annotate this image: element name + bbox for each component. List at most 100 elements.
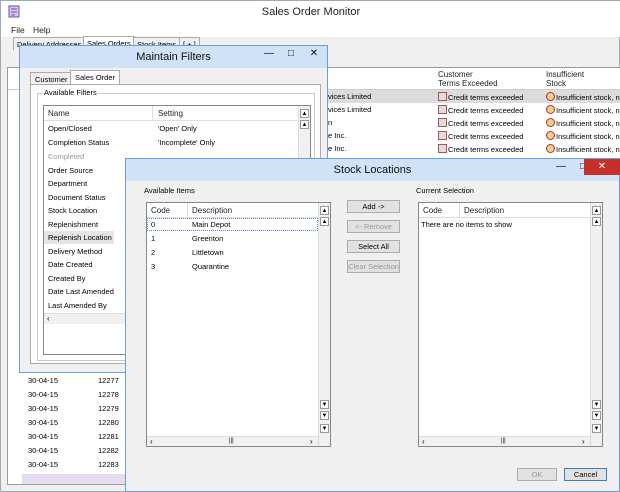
filter-name[interactable]: Date Created <box>48 260 93 269</box>
filter-name[interactable]: Date Last Amended <box>48 287 114 296</box>
filter-name[interactable]: Created By <box>48 274 86 283</box>
filter-name[interactable]: Order Source <box>48 166 93 175</box>
close-icon[interactable]: ✕ <box>303 46 325 62</box>
available-items-list[interactable]: Code Description 0 Main Depot 1 Greenton… <box>146 202 331 447</box>
scroll-top-icon[interactable]: ▲ <box>300 109 309 118</box>
cell-stock: Insufficient stock, no <box>546 144 620 154</box>
scroll-left-icon[interactable]: ‹ <box>47 314 50 323</box>
filter-name[interactable]: Document Status <box>48 193 106 202</box>
scroll-up-icon[interactable]: ▲ <box>592 217 601 226</box>
filter-name[interactable]: Completion Status <box>48 138 109 147</box>
item-code[interactable]: 0 <box>151 220 155 229</box>
header-divider <box>419 217 602 218</box>
filter-name[interactable]: Replenishment <box>48 220 98 229</box>
cell-customer: e Inc. <box>328 131 347 140</box>
scroll-right-icon[interactable]: › <box>310 437 313 446</box>
filter-name[interactable]: Stock Location <box>48 206 97 215</box>
cell-number: 12282 <box>98 446 119 455</box>
current-selection-label: Current Selection <box>416 186 474 195</box>
select-all-button[interactable]: Select All <box>347 240 400 253</box>
col-description[interactable]: Description <box>192 206 232 215</box>
add-button[interactable]: Add -> <box>347 200 400 213</box>
scroll-thumb-icon[interactable]: ||| <box>501 438 506 444</box>
scroll-up-icon[interactable]: ▲ <box>300 120 309 129</box>
cell-date: 30-04-15 <box>28 460 59 469</box>
available-horizontal-scrollbar[interactable]: ‹ ||| › <box>147 436 318 446</box>
cell-date: 30-04-15 <box>28 418 59 427</box>
cell-date: 30-04-15 <box>28 432 59 441</box>
item-description[interactable]: Littletown <box>192 248 224 257</box>
col-customer-terms[interactable]: Customer Terms Exceeded <box>438 70 498 88</box>
menu-bar: File Help <box>1 23 620 37</box>
clear-selection-button[interactable]: Clear Selection <box>347 260 400 273</box>
cell-terms: Credit terms exceeded <box>438 131 523 141</box>
ok-button[interactable]: OK <box>517 468 557 481</box>
scroll-top-icon[interactable]: ▲ <box>592 206 601 215</box>
menu-file[interactable]: File <box>11 25 25 35</box>
current-vertical-scrollbar[interactable]: ▲ ▲ ▼ ▼ ▼ <box>590 203 602 446</box>
remove-button[interactable]: <- Remove <box>347 220 400 233</box>
tab-sales-order[interactable]: Sales Order <box>70 70 121 85</box>
scroll-end-icon[interactable]: ▼ <box>320 424 329 433</box>
scroll-down-icon[interactable]: ▼ <box>320 400 329 409</box>
no-entry-icon <box>546 92 555 101</box>
scroll-left-icon[interactable]: ‹ <box>422 437 425 446</box>
selected-row-highlight <box>147 218 318 231</box>
scroll-bottom-icon[interactable]: ▼ <box>320 411 329 420</box>
scroll-bottom-icon[interactable]: ▼ <box>592 411 601 420</box>
no-entry-icon <box>546 105 555 114</box>
item-code[interactable]: 3 <box>151 262 155 271</box>
col-name[interactable]: Name <box>48 109 69 118</box>
item-description[interactable]: Main Depot <box>192 220 230 229</box>
scroll-left-icon[interactable]: ‹ <box>150 437 153 446</box>
col-setting[interactable]: Setting <box>158 109 183 118</box>
cell-stock: Insufficient stock, no <box>546 131 620 141</box>
scroll-down-icon[interactable]: ▼ <box>592 400 601 409</box>
cancel-button[interactable]: Cancel <box>564 468 607 481</box>
no-entry-icon <box>546 131 555 140</box>
close-icon[interactable]: ✕ <box>584 159 620 175</box>
cell-number: 12277 <box>98 376 119 385</box>
cell-terms: Credit terms exceeded <box>438 105 523 115</box>
available-vertical-scrollbar[interactable]: ▲ ▲ ▼ ▼ ▼ <box>318 203 330 446</box>
scroll-up-icon[interactable]: ▲ <box>320 217 329 226</box>
col-insufficient-stock[interactable]: Insufficient Stock <box>546 70 584 88</box>
scroll-thumb-icon[interactable]: ||| <box>229 438 234 444</box>
current-selection-list[interactable]: Code Description There are no items to s… <box>418 202 603 447</box>
scroll-top-icon[interactable]: ▲ <box>320 206 329 215</box>
stock-locations-title: Stock Locations <box>333 164 412 176</box>
filter-name[interactable]: Replenish Location <box>48 233 112 242</box>
cell-customer: n <box>328 118 333 127</box>
cell-terms: Credit terms exceeded <box>438 144 523 154</box>
col-divider <box>187 203 188 217</box>
filter-setting: 'Incomplete' Only <box>158 138 216 147</box>
available-items-label: Available Items <box>144 186 195 195</box>
item-code[interactable]: 1 <box>151 234 155 243</box>
col-code[interactable]: Code <box>151 206 170 215</box>
item-code[interactable]: 2 <box>151 248 155 257</box>
col-code[interactable]: Code <box>423 206 442 215</box>
col-divider <box>152 106 153 120</box>
filter-name[interactable]: Completed <box>48 152 84 161</box>
cell-number: 12278 <box>98 390 119 399</box>
current-horizontal-scrollbar[interactable]: ‹ ||| › <box>419 436 590 446</box>
filter-name[interactable]: Last Amended By <box>48 301 107 310</box>
minimize-icon[interactable]: — <box>550 159 572 175</box>
filter-name[interactable]: Department <box>48 179 87 188</box>
grid-footer-band <box>22 474 132 484</box>
cell-date: 30-04-15 <box>28 376 59 385</box>
scroll-end-icon[interactable]: ▼ <box>592 424 601 433</box>
item-description[interactable]: Quarantine <box>192 262 229 271</box>
menu-help[interactable]: Help <box>33 25 50 35</box>
minimize-icon[interactable]: — <box>258 46 280 62</box>
col-description[interactable]: Description <box>464 206 504 215</box>
item-description[interactable]: Greenton <box>192 234 223 243</box>
cell-number: 12280 <box>98 418 119 427</box>
scroll-right-icon[interactable]: › <box>582 437 585 446</box>
cell-date: 30-04-15 <box>28 390 59 399</box>
filter-name[interactable]: Open/Closed <box>48 124 92 133</box>
main-title-bar: Sales Order Monitor <box>1 1 620 23</box>
filter-name[interactable]: Delivery Method <box>48 247 102 256</box>
maximize-icon[interactable]: □ <box>280 46 302 62</box>
top-rows: vices Limited Credit terms exceeded Insu… <box>326 90 620 158</box>
